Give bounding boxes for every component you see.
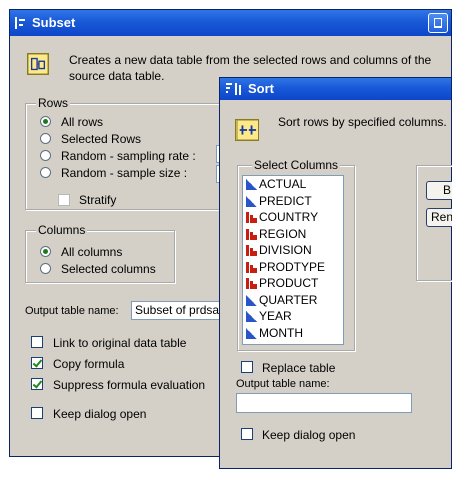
column-item-label: MONTH xyxy=(259,325,303,340)
column-list[interactable]: ACTUAL PREDICT COUNTRY REGION DIVISION P… xyxy=(242,175,344,345)
sort-output-input[interactable] xyxy=(236,393,412,413)
stratify-label: Stratify xyxy=(79,193,117,207)
nominal-icon xyxy=(246,245,257,256)
replace-table-checkbox[interactable] xyxy=(241,361,253,373)
column-item[interactable]: QUARTER xyxy=(243,292,343,309)
nominal-icon xyxy=(246,228,257,240)
column-item-label: YEAR xyxy=(259,309,292,323)
link-original-checkbox[interactable] xyxy=(31,336,43,348)
nominal-icon xyxy=(246,278,257,289)
selected-columns-radio[interactable] xyxy=(40,263,51,274)
sort-window-icon xyxy=(226,83,241,95)
sampling-rate-radio[interactable] xyxy=(40,150,51,161)
column-item-label: DIVISION xyxy=(259,243,312,257)
column-item[interactable]: DIVISION xyxy=(243,242,343,259)
subset-keep-open-label: Keep dialog open xyxy=(53,407,147,421)
rows-group-label: Rows xyxy=(36,96,71,110)
subset-title-bar[interactable]: Subset xyxy=(10,10,451,36)
sort-title-bar[interactable]: Sort xyxy=(220,78,451,100)
column-item[interactable]: PREDICT xyxy=(243,193,343,210)
all-rows-radio[interactable] xyxy=(40,116,51,127)
minimize-button[interactable] xyxy=(428,13,448,33)
nominal-icon xyxy=(246,212,257,223)
sort-keep-open-checkbox[interactable] xyxy=(241,428,253,440)
subset-window-icon xyxy=(15,17,25,29)
columns-group-label: Columns xyxy=(36,223,88,237)
column-item-label: PRODTYPE xyxy=(259,259,326,274)
column-item-label: PREDICT xyxy=(259,193,312,208)
sort-dialog: Sort Sort rows by specified columns. Sel… xyxy=(219,77,452,469)
sort-title: Sort xyxy=(248,81,274,96)
copy-formula-checkbox[interactable] xyxy=(31,357,43,369)
column-item[interactable]: REGION xyxy=(243,226,343,243)
remove-button[interactable]: Ren xyxy=(426,208,452,227)
subset-description-line1: Creates a new data table from the select… xyxy=(69,53,432,67)
all-rows-label: All rows xyxy=(61,115,104,129)
sort-description: Sort rows by specified columns. xyxy=(278,115,447,129)
sort-keep-open-label: Keep dialog open xyxy=(262,428,356,442)
continuous-icon xyxy=(246,311,257,322)
sort-icon xyxy=(235,119,259,141)
selected-rows-label: Selected Rows xyxy=(61,132,142,146)
stratify-checkbox[interactable] xyxy=(58,194,70,206)
by-button[interactable]: B xyxy=(426,181,452,200)
column-item[interactable]: PRODUCT xyxy=(243,275,343,292)
all-columns-radio[interactable] xyxy=(40,246,51,257)
column-item[interactable]: PRODTYPE xyxy=(243,259,343,276)
nominal-icon xyxy=(246,261,257,273)
column-item-label: PRODUCT xyxy=(259,276,319,290)
continuous-icon xyxy=(246,179,257,190)
sample-size-label: Random - sample size : xyxy=(61,166,188,180)
subset-icon xyxy=(27,53,49,75)
suppress-formula-checkbox[interactable] xyxy=(31,378,43,390)
sort-output-label: Output table name: xyxy=(236,378,330,390)
sampling-rate-label: Random - sampling rate : xyxy=(61,149,196,163)
select-columns-label: Select Columns xyxy=(252,158,341,172)
subset-output-input[interactable]: Subset of prdsa xyxy=(131,301,226,320)
sample-size-radio[interactable] xyxy=(40,167,51,178)
subset-title: Subset xyxy=(32,15,76,30)
column-item-label: QUARTER xyxy=(259,292,318,307)
subset-description-line2: source data table. xyxy=(69,69,165,83)
all-columns-label: All columns xyxy=(61,245,123,259)
subset-output-label: Output table name: xyxy=(25,305,119,317)
selected-columns-label: Selected columns xyxy=(61,262,156,276)
column-item[interactable]: COUNTRY xyxy=(243,209,343,226)
link-original-label: Link to original data table xyxy=(53,336,187,350)
minimize-icon xyxy=(434,18,442,28)
suppress-formula-label: Suppress formula evaluation xyxy=(53,378,206,392)
copy-formula-label: Copy formula xyxy=(53,357,125,371)
column-item[interactable]: YEAR xyxy=(243,308,343,325)
replace-table-label: Replace table xyxy=(262,361,336,375)
continuous-icon xyxy=(246,327,257,339)
continuous-icon xyxy=(246,195,257,207)
column-item-label: ACTUAL xyxy=(259,177,307,191)
column-item-label: REGION xyxy=(259,226,307,241)
column-item[interactable]: MONTH xyxy=(243,325,343,342)
selected-rows-radio[interactable] xyxy=(40,133,51,144)
column-item-label: COUNTRY xyxy=(259,210,319,224)
subset-keep-open-checkbox[interactable] xyxy=(31,407,43,419)
column-item[interactable]: ACTUAL xyxy=(243,176,343,193)
continuous-icon xyxy=(246,294,257,306)
